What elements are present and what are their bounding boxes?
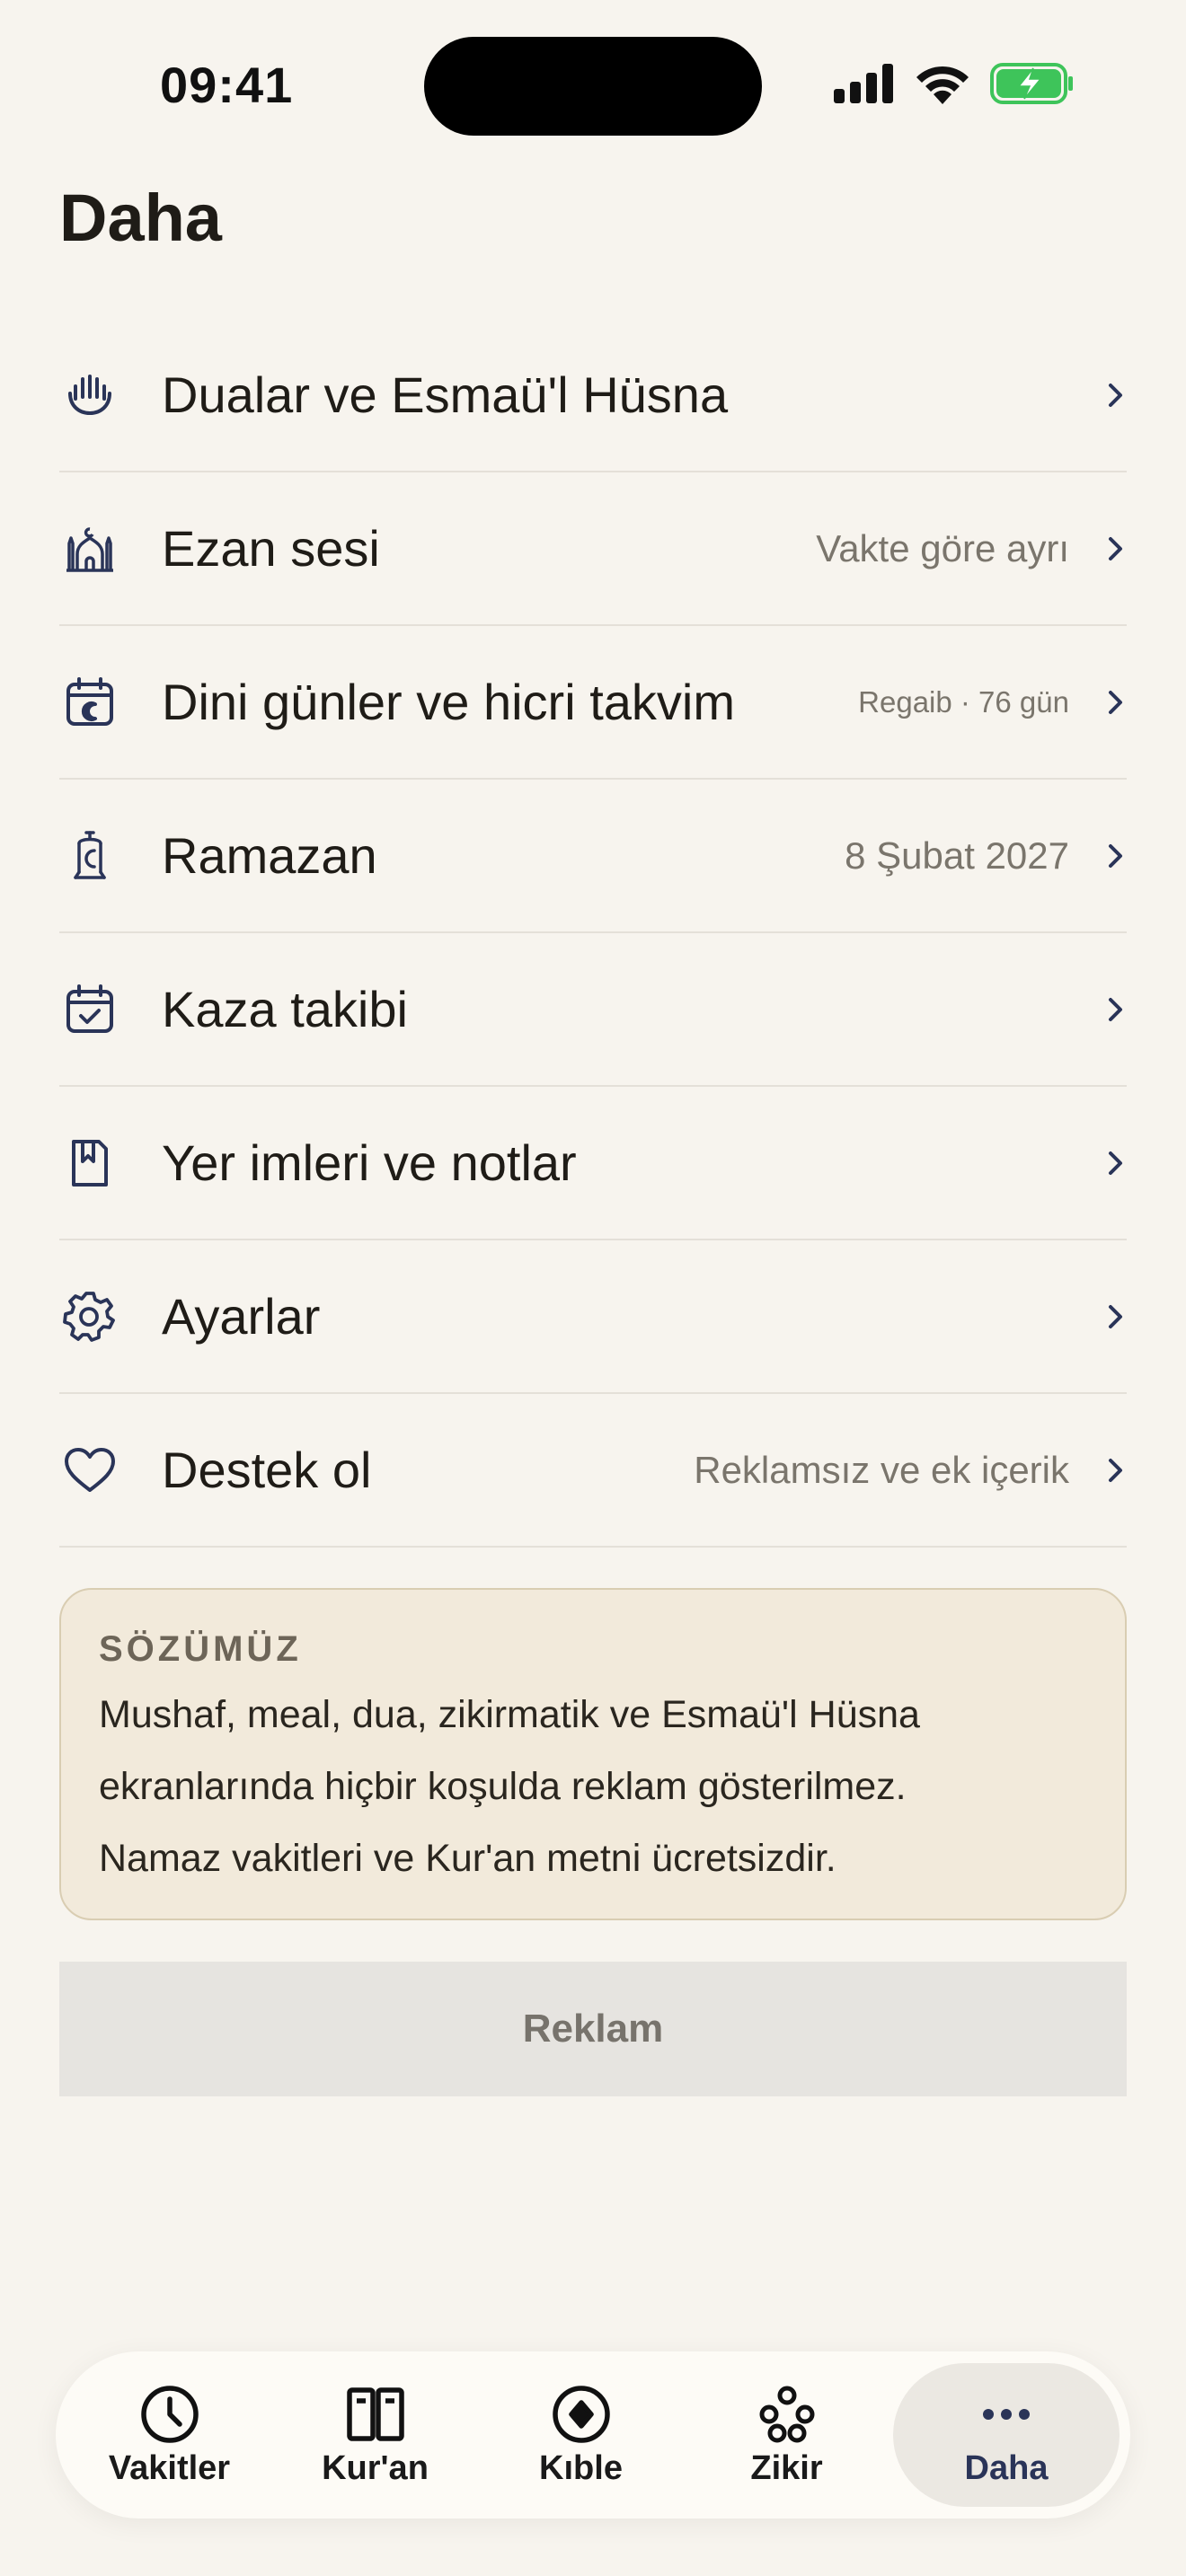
mosque-icon bbox=[63, 522, 117, 576]
menu-item-label: Dini günler ve hicri takvim bbox=[162, 674, 735, 730]
calendar-moon-icon bbox=[63, 675, 117, 729]
chevron-right-icon bbox=[1109, 1458, 1122, 1482]
chevron-right-icon bbox=[1109, 1304, 1122, 1328]
tab-label: Kur'an bbox=[322, 2448, 429, 2487]
menu-item-label: Destek ol bbox=[162, 1442, 372, 1498]
promise-line-3: Namaz vakitleri ve Kur'an metni ücretsiz… bbox=[99, 1837, 836, 1880]
heart-icon bbox=[63, 1443, 117, 1497]
cellular-signal-icon bbox=[834, 64, 893, 103]
menu-list: Dualar ve Esmaü'l Hüsna Ezan sesi Vakte … bbox=[59, 319, 1127, 1548]
menu-item-dualar[interactable]: Dualar ve Esmaü'l Hüsna bbox=[59, 319, 1127, 472]
more-icon bbox=[983, 2408, 1030, 2420]
menu-item-ezan-sesi[interactable]: Ezan sesi Vakte göre ayrı bbox=[59, 472, 1127, 626]
chevron-right-icon bbox=[1109, 1151, 1122, 1175]
battery-charging-icon bbox=[990, 63, 1073, 104]
tab-label: Vakitler bbox=[108, 2448, 231, 2487]
clock-icon bbox=[140, 2385, 199, 2443]
ad-label: Reklam bbox=[522, 2007, 664, 2051]
chevron-right-icon bbox=[1109, 997, 1122, 1021]
tab-bar: Vakitler Kur'an Kıble Zikir Daha bbox=[56, 2351, 1130, 2519]
menu-item-label: Kaza takibi bbox=[162, 981, 408, 1037]
tab-zikir[interactable]: Zikir bbox=[684, 2363, 890, 2507]
menu-item-detail: Vakte göre ayrı bbox=[816, 526, 1069, 569]
status-time: 09:41 bbox=[160, 57, 294, 113]
dynamic-island bbox=[424, 37, 762, 136]
tab-kuran[interactable]: Kur'an bbox=[272, 2363, 478, 2507]
menu-item-ayarlar[interactable]: Ayarlar bbox=[59, 1240, 1127, 1394]
menu-item-dini-gunler[interactable]: Dini günler ve hicri takvim Regaib · 76 … bbox=[59, 626, 1127, 780]
tab-label: Daha bbox=[964, 2448, 1049, 2487]
menu-item-label: Ayarlar bbox=[162, 1288, 321, 1345]
promise-card: SÖZÜMÜZ Mushaf, meal, dua, zikirmatik ve… bbox=[59, 1588, 1127, 1920]
lantern-icon bbox=[63, 829, 117, 883]
tab-label: Kıble bbox=[539, 2448, 623, 2487]
promise-heading: SÖZÜMÜZ bbox=[99, 1629, 302, 1669]
page-title: Daha bbox=[59, 181, 222, 255]
compass-icon bbox=[552, 2385, 610, 2443]
tab-vakitler[interactable]: Vakitler bbox=[66, 2363, 272, 2507]
chevron-right-icon bbox=[1109, 690, 1122, 714]
menu-item-detail: Regaib · 76 gün bbox=[858, 684, 1069, 719]
gear-icon bbox=[63, 1290, 117, 1344]
menu-item-detail: 8 Şubat 2027 bbox=[845, 834, 1069, 877]
chevron-right-icon bbox=[1109, 383, 1122, 407]
tab-kible[interactable]: Kıble bbox=[478, 2363, 684, 2507]
bookmark-icon bbox=[63, 1136, 117, 1190]
menu-item-ramazan[interactable]: Ramazan 8 Şubat 2027 bbox=[59, 780, 1127, 933]
chevron-right-icon bbox=[1109, 843, 1122, 868]
hands-icon bbox=[63, 368, 117, 422]
menu-item-label: Ramazan bbox=[162, 827, 377, 884]
promise-line-1: Mushaf, meal, dua, zikirmatik ve Esmaü'l… bbox=[99, 1693, 920, 1736]
menu-item-destek-ol[interactable]: Destek ol Reklamsız ve ek içerik bbox=[59, 1394, 1127, 1548]
menu-item-yer-imleri[interactable]: Yer imleri ve notlar bbox=[59, 1087, 1127, 1240]
tab-daha[interactable]: Daha bbox=[893, 2363, 1120, 2507]
tab-label: Zikir bbox=[750, 2448, 823, 2487]
beads-icon bbox=[759, 2386, 814, 2442]
menu-item-detail: Reklamsız ve ek içerik bbox=[694, 1448, 1069, 1491]
calendar-check-icon bbox=[63, 983, 117, 1037]
wifi-icon bbox=[916, 66, 969, 104]
ad-banner[interactable]: Reklam bbox=[59, 1962, 1127, 2096]
book-icon bbox=[346, 2386, 404, 2441]
menu-item-kaza-takibi[interactable]: Kaza takibi bbox=[59, 933, 1127, 1087]
chevron-right-icon bbox=[1109, 536, 1122, 560]
status-bar: 09:41 bbox=[0, 0, 1186, 171]
menu-item-label: Dualar ve Esmaü'l Hüsna bbox=[162, 366, 729, 423]
status-icons bbox=[834, 63, 1075, 104]
menu-item-label: Ezan sesi bbox=[162, 520, 380, 577]
menu-item-label: Yer imleri ve notlar bbox=[162, 1134, 577, 1191]
promise-line-2: ekranlarında hiçbir koşulda reklam göste… bbox=[99, 1765, 907, 1808]
